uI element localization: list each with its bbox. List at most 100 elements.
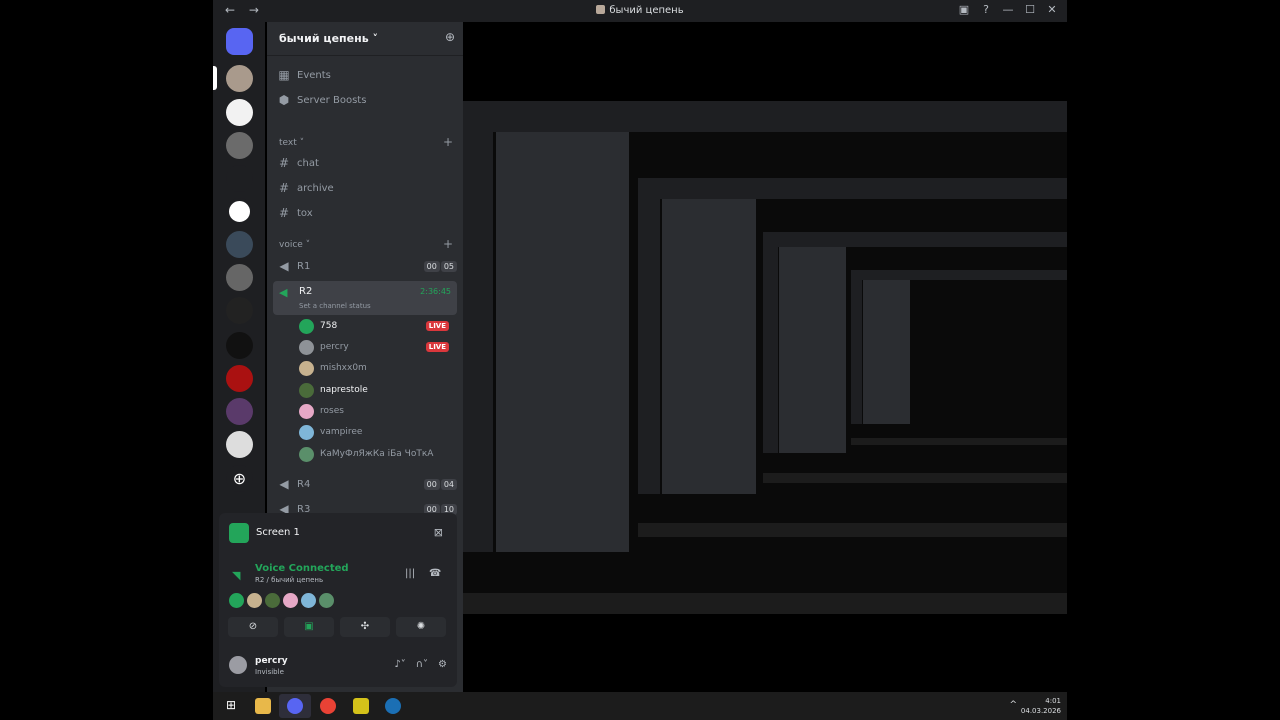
speaker-icon: ◀ bbox=[279, 259, 289, 273]
server-icon[interactable] bbox=[226, 65, 253, 92]
noise-suppression-icon[interactable]: ||| bbox=[405, 568, 415, 579]
avatar[interactable] bbox=[229, 593, 244, 608]
camera-off-button[interactable]: ⊘ bbox=[228, 617, 278, 637]
voice-user[interactable]: 758 LIVE bbox=[299, 316, 449, 336]
avatar bbox=[299, 360, 314, 376]
hash-icon: # bbox=[278, 206, 290, 220]
add-channel-icon[interactable]: + bbox=[443, 237, 453, 251]
tray-expand-icon[interactable]: ^ bbox=[1009, 700, 1017, 710]
avatar bbox=[299, 403, 314, 419]
server-icon bbox=[596, 5, 606, 14]
events-item[interactable]: ▦ Events bbox=[275, 64, 457, 86]
microphone-icon[interactable]: ♪˅ bbox=[394, 659, 405, 670]
disconnect-icon[interactable]: ☎ bbox=[429, 568, 441, 579]
discord-home-icon[interactable] bbox=[226, 28, 253, 55]
server-boosts-item[interactable]: ⬢ Server Boosts bbox=[275, 89, 457, 111]
voice-category[interactable]: voice ˅ bbox=[279, 240, 310, 250]
voice-channel-r1[interactable]: ◀ R1 00 05 bbox=[275, 255, 457, 277]
discord-taskbar-icon[interactable] bbox=[287, 698, 303, 714]
server-icon[interactable] bbox=[226, 297, 253, 324]
server-icon[interactable] bbox=[226, 365, 253, 392]
avatar[interactable] bbox=[319, 593, 334, 608]
person-add-icon[interactable]: ⊕ bbox=[445, 30, 455, 44]
user-status: Invisible bbox=[255, 668, 284, 676]
server-icon[interactable] bbox=[226, 165, 253, 192]
avatar[interactable] bbox=[283, 593, 298, 608]
voice-channel-r4[interactable]: ◀ R4 00 04 bbox=[275, 473, 457, 495]
help-icon[interactable]: ? bbox=[975, 3, 997, 16]
hash-icon: # bbox=[278, 181, 290, 195]
channel-status[interactable]: Set a channel status bbox=[299, 302, 371, 310]
add-channel-icon[interactable]: + bbox=[443, 135, 453, 149]
voice-user[interactable]: vampiree bbox=[299, 422, 449, 442]
screen-label: Screen 1 bbox=[256, 527, 300, 538]
hash-icon: # bbox=[278, 156, 290, 170]
steam-icon[interactable] bbox=[385, 698, 401, 714]
maximize-button[interactable]: ☐ bbox=[1019, 3, 1041, 16]
channel-archive[interactable]: # archive bbox=[275, 177, 457, 199]
signal-icon[interactable]: ◥ bbox=[232, 569, 240, 582]
voice-channel-r2[interactable]: ◀ R2 2:36:45 Set a channel status bbox=[273, 281, 457, 315]
windows-taskbar: ⊞ ^ 4:01 04.03.2026 bbox=[213, 692, 1067, 720]
minimize-button[interactable]: — bbox=[997, 3, 1019, 16]
avatar[interactable] bbox=[301, 593, 316, 608]
gear-icon[interactable]: ⚙ bbox=[438, 659, 447, 670]
server-name: бычий цепень ˅ bbox=[279, 32, 378, 45]
window-title: бычий цепень bbox=[213, 5, 1067, 16]
screen-share-icon[interactable]: ▣ bbox=[953, 3, 975, 16]
server-icon[interactable] bbox=[226, 198, 253, 225]
speaker-icon: ◀ bbox=[279, 477, 289, 491]
clock[interactable]: 4:01 04.03.2026 bbox=[1021, 696, 1061, 716]
discord-window: ← → бычий цепень ▣ ? — ☐ ✕ ⊕ бычий цепен… bbox=[213, 0, 1067, 720]
avatar[interactable] bbox=[265, 593, 280, 608]
server-icon[interactable] bbox=[226, 132, 253, 159]
server-icon[interactable] bbox=[226, 231, 253, 258]
voice-user[interactable]: roses bbox=[299, 401, 449, 421]
voice-channel-path[interactable]: R2 / бычий цепень bbox=[255, 576, 323, 584]
server-icon[interactable] bbox=[226, 431, 253, 458]
soundboard-button[interactable]: ✺ bbox=[396, 617, 446, 637]
avatar bbox=[299, 318, 314, 334]
live-badge: LIVE bbox=[425, 342, 449, 352]
avatar[interactable] bbox=[229, 656, 247, 674]
app-icon[interactable] bbox=[353, 698, 369, 714]
share-screen-button[interactable]: ▣ bbox=[284, 617, 334, 637]
title-bar: ← → бычий цепень ▣ ? — ☐ ✕ bbox=[213, 0, 1067, 22]
server-icon[interactable] bbox=[226, 332, 253, 359]
server-icon[interactable] bbox=[226, 99, 253, 126]
chrome-icon[interactable] bbox=[320, 698, 336, 714]
windows-start-icon[interactable]: ⊞ bbox=[223, 698, 239, 714]
activities-button[interactable]: ✣ bbox=[340, 617, 390, 637]
call-timer: 2:36:45 bbox=[420, 287, 451, 296]
live-badge: LIVE bbox=[425, 321, 449, 331]
avatar bbox=[299, 382, 314, 398]
selected-indicator bbox=[213, 66, 217, 90]
channel-chat[interactable]: # chat bbox=[275, 152, 457, 174]
close-button[interactable]: ✕ bbox=[1041, 3, 1063, 16]
voice-user[interactable]: percry LIVE bbox=[299, 337, 449, 357]
avatar bbox=[299, 339, 314, 355]
avatar bbox=[299, 424, 314, 440]
server-icon[interactable] bbox=[226, 398, 253, 425]
voice-user[interactable]: КаМуФлЯжКа іБа ЧоТкА bbox=[299, 444, 449, 464]
screen-share-icon bbox=[229, 523, 249, 543]
voice-user[interactable]: naprestole bbox=[299, 380, 449, 400]
avatar bbox=[299, 446, 314, 462]
close-icon[interactable]: ⊠ bbox=[434, 526, 443, 539]
channel-tox[interactable]: # tox bbox=[275, 202, 457, 224]
voice-panel: Screen 1 ⊠ ◥ Voice Connected R2 / бычий … bbox=[219, 513, 457, 687]
boost-icon: ⬢ bbox=[278, 93, 290, 107]
file-explorer-icon[interactable] bbox=[255, 698, 271, 714]
voice-user[interactable]: mishxx0m bbox=[299, 358, 449, 378]
avatar[interactable] bbox=[247, 593, 262, 608]
server-icon[interactable] bbox=[226, 264, 253, 291]
server-header[interactable]: бычий цепень ˅ ⊕ bbox=[267, 22, 463, 56]
text-category[interactable]: text ˅ bbox=[279, 138, 304, 148]
calendar-icon: ▦ bbox=[278, 68, 290, 82]
voice-status[interactable]: Voice Connected bbox=[255, 563, 349, 574]
user-name[interactable]: percry bbox=[255, 656, 288, 666]
headphones-icon[interactable]: ∩˅ bbox=[416, 659, 428, 670]
speaker-icon: ◀ bbox=[279, 286, 288, 299]
add-server-icon[interactable]: ⊕ bbox=[226, 465, 253, 492]
stream-preview[interactable] bbox=[463, 101, 1067, 614]
